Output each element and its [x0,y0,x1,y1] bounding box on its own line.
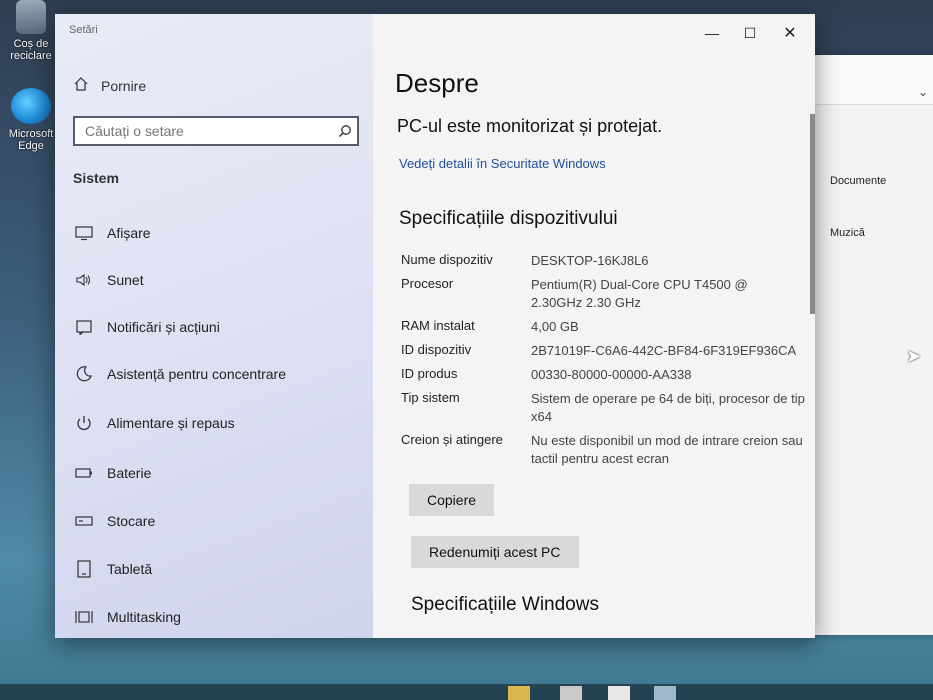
battery-icon [75,464,93,482]
copy-button[interactable]: Copiere [409,484,495,516]
settings-taskbar-icon[interactable] [654,686,676,700]
explorer-item-music[interactable]: Muzică [830,227,865,239]
search-box[interactable] [73,116,359,146]
chevron-down-icon[interactable]: ⌄ [918,85,928,99]
home-icon [73,76,89,95]
taskbar [0,684,933,700]
tablet-icon [75,560,93,578]
spec-key: Tip sistem [401,390,460,405]
sidebar-item-power[interactable]: Alimentare și repaus [75,414,235,432]
spec-key: RAM instalat [401,318,475,333]
sidebar-item-storage[interactable]: Stocare [75,512,155,530]
rename-pc-button[interactable]: Redenumiți acest PC [411,536,579,568]
speaker-icon [75,271,93,289]
notification-icon [75,318,93,336]
sidebar-item-battery[interactable]: Baterie [75,464,151,482]
device-specs-title: Specificațiile dispozitivului [399,208,618,229]
page-title: Despre [395,68,479,98]
recycle-bin-icon [16,0,46,34]
sidebar-item-label: Notificări și acțiuni [107,319,220,335]
sidebar-item-label: Asistență pentru concentrare [107,366,286,382]
search-input[interactable] [75,123,333,139]
recycle-bin-label: Coș de reciclare [10,38,52,62]
spec-value: Sistem de operare pe 64 de biți, proceso… [531,391,805,424]
sidebar-item-label: Stocare [107,513,156,529]
edge-icon [11,88,51,124]
sidebar-item-label: Multitasking [107,609,181,625]
moon-icon [75,365,93,383]
sidebar-item-notifications[interactable]: Notificări și acțiuni [75,318,220,336]
scrollbar[interactable] [810,114,815,314]
power-icon [75,414,93,432]
spec-value: 2B71019F-C6A6-442C-BF84-6F319EF936CA [531,343,797,358]
sidebar-item-display[interactable]: Afișare [75,224,151,242]
sidebar-item-label: Baterie [107,465,152,481]
multitasking-icon [75,608,93,626]
sidebar-item-tablet[interactable]: Tabletă [75,560,152,578]
store-taskbar-icon[interactable] [560,686,582,700]
spec-value: 4,00 GB [531,319,579,334]
storage-icon [75,512,93,530]
close-button[interactable]: ✕ [775,22,805,44]
sidebar-item-label: Sunet [107,272,144,288]
sidebar-item-label: Tabletă [107,561,153,577]
settings-window: Setări Pornire Sistem Afișare Sunet Noti… [55,14,815,638]
minimize-button[interactable]: — [697,22,727,44]
mail-taskbar-icon[interactable] [608,686,630,700]
spec-key: Nume dispozitiv [401,252,493,267]
window-title: Setări [69,24,98,36]
sidebar-item-sound[interactable]: Sunet [75,271,144,289]
spec-key: Procesor [401,276,454,291]
home-label: Pornire [101,77,147,94]
edge-desktop-icon[interactable]: Microsoft Edge [2,88,60,152]
settings-content: — ☐ ✕ Despre PC-ul este monitorizat și p… [373,14,815,638]
spec-key: ID dispozitiv [401,342,472,357]
spec-value: Pentium(R) Dual-Core CPU T4500 @ 2.30GHz… [531,277,748,310]
maximize-button[interactable]: ☐ [735,22,765,44]
sidebar-item-multitasking[interactable]: Multitasking [75,608,181,626]
sidebar-item-label: Afișare [107,225,151,241]
sidebar-item-focus-assist[interactable]: Asistență pentru concentrare [75,365,286,383]
explorer-item-documents[interactable]: Documente [830,175,886,187]
windows-specs-title: Specificațiile Windows [411,594,599,615]
mouse-cursor-icon: ➤ [906,346,922,366]
spec-key: Creion și atingere [401,432,503,447]
explorer-toolbar [800,55,933,105]
protection-status: PC-ul este monitorizat și protejat. [397,116,663,136]
sidebar-section-title: Sistem [73,170,119,186]
security-details-link[interactable]: Vedeți detalii în Securitate Windows [399,156,606,171]
search-icon[interactable] [333,119,357,143]
monitor-icon [75,224,93,242]
sidebar-home[interactable]: Pornire [73,76,146,95]
file-explorer-taskbar-icon[interactable] [508,686,530,700]
edge-label: Microsoft Edge [8,128,54,152]
spec-key: ID produs [401,366,458,381]
spec-value: Nu este disponibil un mod de intrare cre… [531,433,803,466]
recycle-bin-desktop-icon[interactable]: Coș de reciclare [2,0,60,62]
spec-value: DESKTOP-16KJ8L6 [531,253,649,268]
spec-value: 00330-80000-00000-AA338 [531,367,692,382]
settings-sidebar: Setări Pornire Sistem Afișare Sunet Noti… [55,14,373,638]
sidebar-item-label: Alimentare și repaus [107,415,235,431]
